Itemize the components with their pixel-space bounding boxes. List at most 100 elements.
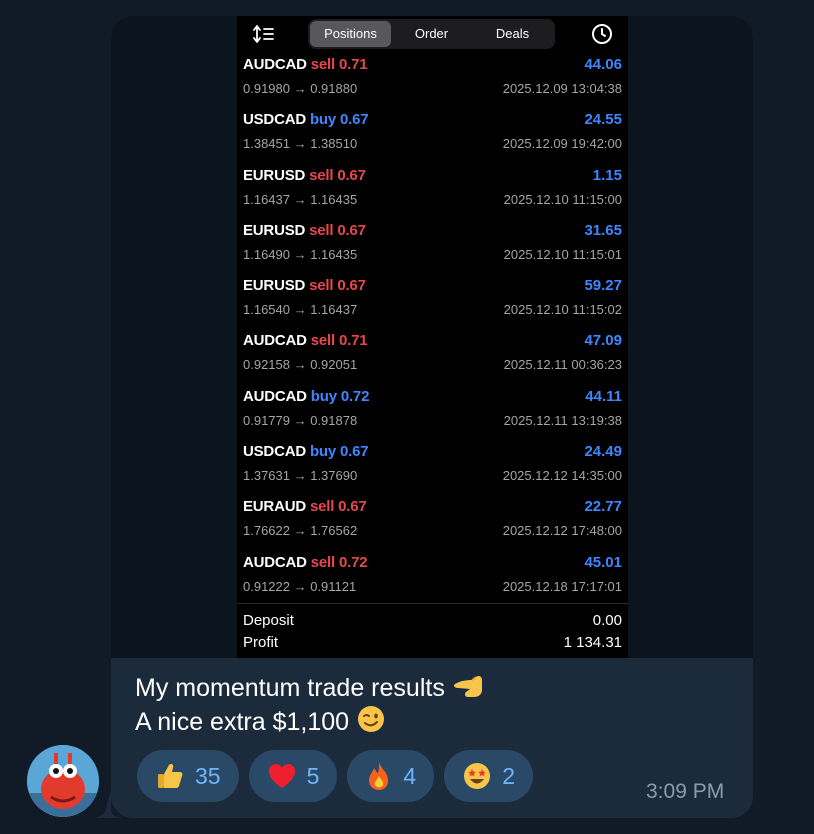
trading-app-screen: Positions Order Deals AUDCAD sell 0.71 44…: [237, 16, 628, 658]
deals-list: AUDCAD sell 0.71 44.06 0.91980 → 0.91880 20…: [237, 52, 628, 605]
avatar[interactable]: [27, 745, 99, 817]
message-line-1: My momentum trade results: [135, 674, 445, 702]
deal-row[interactable]: EURUSD sell 0.67 59.27 1.16540 → 1.16437 20…: [237, 273, 628, 328]
star-struck-icon: [464, 763, 491, 789]
reaction-star-struck[interactable]: 2: [444, 750, 533, 802]
deal-volume: 0.67: [339, 111, 369, 129]
summary-section: Deposit 0.00 Profit 1 134.31: [237, 603, 628, 654]
deal-time: 2025.12.09 13:04:38: [502, 81, 622, 96]
tab-order[interactable]: Order: [391, 21, 472, 47]
deal-symbol: AUDCAD: [243, 56, 307, 73]
deal-profit: 59.27: [584, 277, 622, 295]
deal-profit: 45.01: [584, 553, 622, 571]
deal-symbol: AUDCAD: [243, 553, 307, 571]
deal-symbol-line: AUDCAD sell 0.72: [243, 553, 368, 571]
deal-profit: 44.06: [584, 56, 622, 73]
thumbs-up-icon: [158, 764, 183, 788]
deal-symbol: USDCAD: [243, 443, 306, 461]
deal-symbol: EURUSD: [243, 221, 306, 239]
deal-row[interactable]: AUDCAD sell 0.71 44.06 0.91980 → 0.91880 20…: [237, 52, 628, 107]
deal-volume: 0.72: [338, 553, 368, 571]
deal-profit: 47.09: [584, 332, 622, 350]
deposit-row: Deposit 0.00: [237, 610, 628, 632]
reaction-fire[interactable]: 4: [347, 750, 435, 802]
deal-row[interactable]: EURUSD sell 0.67 31.65 1.16490 → 1.16435 20…: [237, 218, 628, 273]
deal-symbol: EURAUD: [243, 498, 306, 516]
bubble-tail: [95, 790, 125, 818]
reaction-thumbs-up[interactable]: 35: [137, 750, 239, 802]
deal-volume: 0.67: [339, 443, 369, 461]
deal-prices: 1.16437 → 1.16435: [243, 191, 358, 207]
deal-row[interactable]: USDCAD buy 0.67 24.49 1.37631 → 1.37690 202…: [237, 439, 628, 494]
tab-deals[interactable]: Deals: [472, 21, 553, 47]
deal-row[interactable]: AUDCAD sell 0.71 47.09 0.92158 → 0.92051 20…: [237, 328, 628, 383]
deal-symbol-line: EURUSD sell 0.67: [243, 222, 366, 239]
deal-symbol-line: USDCAD buy 0.67: [243, 443, 369, 461]
screenshot-image[interactable]: Positions Order Deals AUDCAD sell 0.71 44…: [111, 16, 753, 658]
deal-volume: 0.71: [338, 56, 368, 73]
pointing-hand-icon: [453, 676, 482, 697]
reaction-count: 5: [306, 762, 320, 789]
deal-volume: 0.67: [337, 277, 366, 295]
message-line-2: A nice extra $1,100: [135, 708, 350, 736]
deal-row[interactable]: AUDCAD buy 0.72 44.11 0.91779 → 0.91878 202…: [237, 384, 628, 439]
deal-row[interactable]: EURAUD sell 0.67 22.77 1.76622 → 1.76562 20…: [237, 494, 628, 549]
deal-prices: 1.76622 → 1.76562: [243, 523, 358, 539]
deal-row[interactable]: AUDCAD sell 0.72 45.01 0.91222 → 0.91121 20…: [237, 550, 628, 605]
deal-time: 2025.12.10 11:15:01: [503, 246, 622, 262]
deal-symbol-line: EURUSD sell 0.67: [243, 277, 366, 294]
reaction-count: 4: [403, 762, 417, 789]
segmented-control: Positions Order Deals: [308, 19, 555, 49]
profit-label: Profit: [243, 634, 279, 651]
message-time: 3:09 PM: [646, 780, 725, 803]
reaction-heart[interactable]: 5: [248, 750, 338, 802]
deal-profit: 22.77: [584, 498, 622, 516]
tab-positions[interactable]: Positions: [310, 21, 391, 47]
deal-prices: 0.91779 → 0.91878: [243, 412, 358, 428]
deal-direction: sell: [309, 277, 334, 295]
deposit-label: Deposit: [243, 612, 294, 629]
deal-symbol: EURUSD: [243, 166, 306, 184]
deal-profit: 24.49: [584, 443, 622, 461]
deal-direction: sell: [310, 553, 335, 571]
deal-symbol-line: AUDCAD sell 0.71: [243, 56, 368, 73]
deal-row[interactable]: EURUSD sell 0.67 1.15 1.16437 → 1.16435 202…: [237, 163, 628, 218]
deal-volume: 0.72: [340, 387, 370, 405]
deposit-value: 0.00: [592, 612, 622, 629]
deal-row[interactable]: USDCAD buy 0.67 24.55 1.38451 → 1.38510 202…: [237, 107, 628, 162]
deal-symbol-line: AUDCAD buy 0.72: [243, 388, 369, 405]
fire-icon: [369, 762, 389, 790]
deal-time: 2025.12.12 14:35:00: [502, 468, 622, 484]
deal-symbol-line: EURAUD sell 0.67: [243, 498, 367, 515]
deal-symbol: USDCAD: [243, 111, 306, 129]
deal-prices: 1.38451 → 1.38510: [243, 136, 358, 152]
deal-prices: 1.16490 → 1.16435: [243, 246, 358, 262]
deal-direction: buy: [309, 443, 337, 461]
deal-direction: sell: [309, 166, 334, 184]
winking-face-icon: [358, 706, 384, 732]
deal-time: 2025.12.12 17:48:00: [502, 523, 622, 539]
profit-row: Profit 1 134.31: [237, 632, 628, 654]
deal-volume: 0.67: [337, 166, 366, 184]
deal-symbol-line: USDCAD buy 0.67: [243, 111, 369, 129]
deal-prices: 1.37631 → 1.37690: [243, 468, 358, 484]
deal-prices: 0.91980 → 0.91880: [243, 81, 358, 96]
deal-symbol-line: AUDCAD sell 0.71: [243, 332, 368, 350]
deal-time: 2025.12.10 11:15:00: [503, 191, 622, 207]
deal-prices: 0.92158 → 0.92051: [243, 357, 358, 373]
deal-direction: sell: [309, 498, 335, 516]
deal-prices: 1.16540 → 1.16437: [243, 302, 358, 318]
deal-time: 2025.12.09 19:42:00: [502, 136, 622, 152]
message-text: My momentum trade results A nice extra $…: [135, 672, 486, 738]
clock-icon[interactable]: [591, 23, 613, 45]
deal-prices: 0.91222 → 0.91121: [243, 578, 357, 594]
reaction-count: 35: [195, 762, 221, 789]
deal-symbol: AUDCAD: [243, 387, 307, 405]
message-bubble[interactable]: Positions Order Deals AUDCAD sell 0.71 44…: [111, 16, 753, 818]
deal-direction: buy: [310, 387, 337, 405]
sort-icon[interactable]: [253, 24, 275, 44]
deal-profit: 31.65: [584, 221, 622, 239]
reaction-count: 2: [502, 762, 515, 789]
deal-time: 2025.12.11 13:19:38: [503, 412, 622, 428]
deal-direction: sell: [310, 332, 335, 350]
